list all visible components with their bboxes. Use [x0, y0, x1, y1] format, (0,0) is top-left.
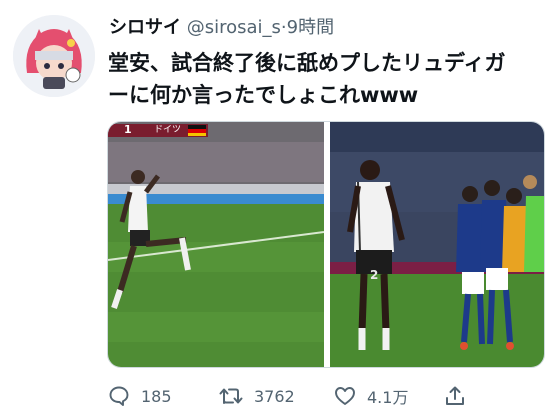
media-grid: 1 ドイツ 2	[107, 121, 545, 368]
tweet-text-line-2: ーに何か言ったでしょこれwww	[108, 83, 419, 107]
media-photo-left[interactable]: 1 ドイツ	[108, 122, 324, 367]
timestamp[interactable]: 9時間	[287, 17, 334, 38]
scoreboard-team: ドイツ	[154, 125, 182, 135]
share-icon	[446, 386, 464, 405]
reply-count: 185	[141, 386, 172, 406]
photo-right-scene	[330, 122, 544, 367]
avatar-illustration	[13, 15, 95, 97]
tweet-header: シロサイ @sirosai_s·9時間	[109, 15, 334, 41]
scoreboard-score: 1	[124, 123, 132, 136]
like-button[interactable]: 4.1万	[333, 382, 408, 410]
retweet-icon	[219, 388, 243, 404]
jersey-number: 2	[370, 268, 379, 282]
reply-icon	[109, 386, 129, 406]
like-count: 4.1万	[367, 388, 409, 407]
retweet-button[interactable]: 3762	[218, 382, 295, 410]
display-name[interactable]: シロサイ	[109, 17, 181, 38]
action-bar: 185 3762 4.1万	[105, 382, 545, 410]
photo-left-scene	[108, 122, 324, 367]
share-button[interactable]	[443, 382, 467, 410]
retweet-count: 3762	[254, 386, 295, 406]
like-icon	[335, 387, 355, 405]
media-photo-right[interactable]: 2	[330, 122, 544, 367]
user-handle[interactable]: @sirosai_s	[187, 17, 281, 38]
tweet-text-line-1: 堂安、試合終了後に舐めプしたリュディガ	[108, 51, 506, 75]
tweet-text: 堂安、試合終了後に舐めプしたリュディガ ーに何か言ったでしょこれwww	[108, 47, 544, 111]
reply-button[interactable]: 185	[107, 382, 172, 410]
avatar[interactable]	[13, 15, 95, 97]
